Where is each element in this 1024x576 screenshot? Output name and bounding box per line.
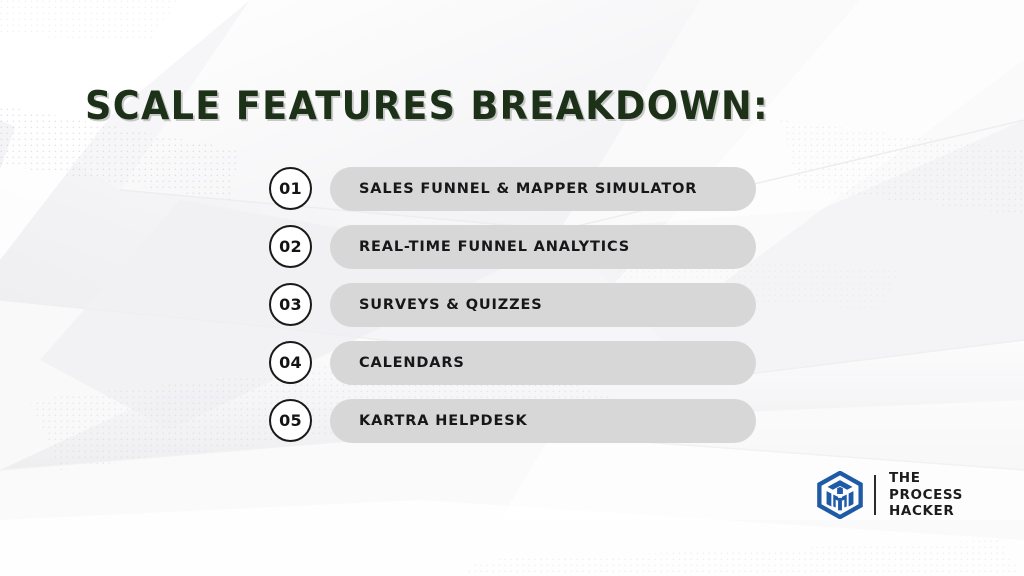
item-pill[interactable]: SALES FUNNEL & MAPPER SIMULATOR	[330, 167, 756, 211]
item-number-badge: 02	[269, 225, 312, 268]
item-pill[interactable]: CALENDARS	[330, 341, 756, 385]
item-number-label: 04	[279, 352, 302, 372]
item-number-label: 03	[279, 294, 302, 314]
item-number-badge: 03	[269, 283, 312, 326]
item-number-badge: 04	[269, 341, 312, 384]
item-pill[interactable]: REAL-TIME FUNNEL ANALYTICS	[330, 225, 756, 269]
list-item[interactable]: 04 CALENDARS	[269, 341, 769, 385]
logo-divider	[874, 475, 876, 515]
item-label: SURVEYS & QUIZZES	[359, 297, 543, 313]
item-number-label: 01	[279, 178, 302, 198]
logo-line-3: HACKER	[889, 503, 955, 520]
slide-canvas: SCALE FEATURES BREAKDOWN: 01 SALES FUNNE…	[0, 0, 1024, 576]
page-title: SCALE FEATURES BREAKDOWN:	[85, 84, 769, 129]
logo-wordmark: THE PROCESS HACKER	[889, 470, 963, 520]
item-pill[interactable]: KARTRA HELPDESK	[330, 399, 756, 443]
item-pill[interactable]: SURVEYS & QUIZZES	[330, 283, 756, 327]
item-label: KARTRA HELPDESK	[359, 413, 528, 429]
item-number-label: 05	[279, 410, 302, 430]
list-item[interactable]: 01 SALES FUNNEL & MAPPER SIMULATOR	[269, 167, 769, 211]
brand-logo: THE PROCESS HACKER	[816, 470, 963, 520]
item-label: SALES FUNNEL & MAPPER SIMULATOR	[359, 181, 698, 197]
feature-list: 01 SALES FUNNEL & MAPPER SIMULATOR 02 RE…	[269, 167, 769, 443]
list-item[interactable]: 05 KARTRA HELPDESK	[269, 399, 769, 443]
item-number-badge: 01	[269, 167, 312, 210]
item-number-badge: 05	[269, 399, 312, 442]
list-item[interactable]: 02 REAL-TIME FUNNEL ANALYTICS	[269, 225, 769, 269]
logo-line-2: PROCESS	[889, 486, 963, 503]
list-item[interactable]: 03 SURVEYS & QUIZZES	[269, 283, 769, 327]
logo-line-1: THE	[889, 469, 921, 486]
item-number-label: 02	[279, 236, 302, 256]
item-label: REAL-TIME FUNNEL ANALYTICS	[359, 239, 631, 255]
item-label: CALENDARS	[359, 355, 465, 371]
isometric-cube-icon	[817, 471, 863, 519]
